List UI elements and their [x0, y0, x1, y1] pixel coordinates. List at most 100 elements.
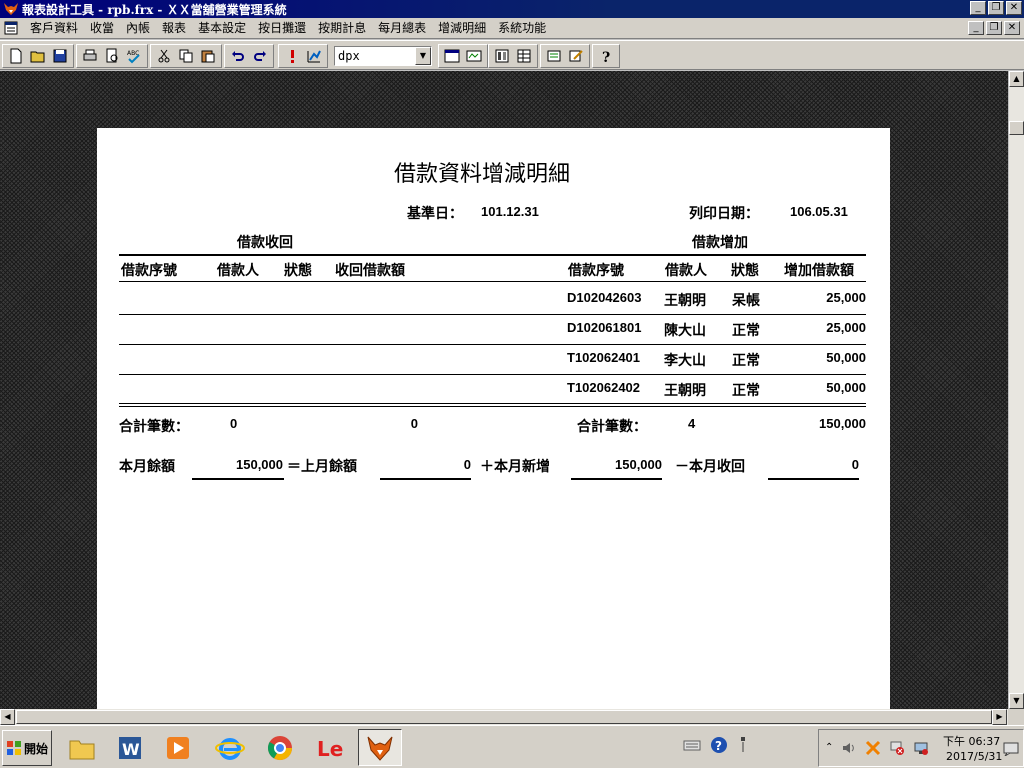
menu-pawn-intake[interactable]: 收當: [84, 21, 120, 36]
row-divider: [119, 374, 866, 375]
menu-basic-settings[interactable]: 基本設定: [192, 21, 252, 36]
pin-icon[interactable]: [738, 736, 748, 757]
doc-minimize-button[interactable]: _: [968, 21, 984, 35]
help-icon[interactable]: ?: [595, 45, 617, 67]
new-added-label: ＋本月新增: [480, 459, 550, 475]
minimize-button[interactable]: _: [970, 1, 986, 15]
report-wizard-icon[interactable]: [303, 45, 325, 67]
menu-reports[interactable]: 報表: [156, 21, 192, 36]
undo-icon[interactable]: [227, 45, 249, 67]
left-total-label: 合計筆數：: [119, 419, 189, 435]
file-explorer-task[interactable]: [60, 729, 104, 766]
horizontal-scroll-thumb[interactable]: [16, 710, 992, 724]
edit-icon[interactable]: [565, 45, 587, 67]
paste-icon[interactable]: [197, 45, 219, 67]
recovered-section-title: 借款收回: [237, 235, 293, 251]
vertical-scrollbar[interactable]: ▲ ▼: [1008, 71, 1024, 709]
zoom-select[interactable]: dpx ▼: [334, 46, 432, 66]
menu-system[interactable]: 系統功能: [492, 21, 552, 36]
horizontal-scrollbar[interactable]: ◀ ▶: [0, 709, 1008, 725]
media-player-task[interactable]: [156, 729, 200, 766]
title-bar: 報表設計工具 - rpb.frx - ＸＸ當舖營業管理系統 _ ❐ ✕: [0, 0, 1024, 18]
menu-internal-account[interactable]: 內帳: [120, 21, 156, 36]
prev-balance-value: 0: [463, 457, 471, 472]
row-loan-id: T102062402: [567, 380, 641, 395]
le-app-task[interactable]: Le: [308, 729, 352, 766]
scroll-right-icon[interactable]: ▶: [992, 709, 1007, 725]
svg-text:W: W: [122, 740, 140, 759]
scroll-down-icon[interactable]: ▼: [1009, 693, 1024, 709]
keyboard-icon[interactable]: [683, 738, 701, 755]
menu-period-interest[interactable]: 按期計息: [312, 21, 372, 36]
row-amount: 50,000: [826, 380, 866, 395]
left-total-amount: 0: [410, 416, 418, 431]
help-icon[interactable]: ?: [710, 736, 728, 757]
header-bottom-rule: [119, 281, 866, 282]
start-button[interactable]: 開始: [2, 730, 52, 766]
doc-close-button[interactable]: ✕: [1004, 21, 1020, 35]
right-header-amount: 增加借款額: [784, 263, 854, 279]
right-total-amount: 150,000: [819, 416, 866, 431]
added-section-title: 借款增加: [692, 235, 748, 251]
internet-explorer-task[interactable]: [208, 729, 252, 766]
menu-daily-repay[interactable]: 按日攤還: [252, 21, 312, 36]
window-title: 報表設計工具 - rpb.frx - ＸＸ當舖營業管理系統: [22, 3, 287, 17]
redo-icon[interactable]: [249, 45, 271, 67]
svg-text:Le: Le: [317, 737, 343, 761]
report-preview-area[interactable]: 借款資料增減明細 基準日： 101.12.31 列印日期： 106.05.31 …: [0, 71, 1008, 709]
row-status: 正常: [732, 383, 760, 399]
flag-icon[interactable]: [889, 740, 905, 759]
spellcheck-icon[interactable]: ABC: [123, 45, 145, 67]
chrome-task[interactable]: [258, 729, 302, 766]
menu-monthly-summary[interactable]: 每月總表: [372, 21, 432, 36]
chevron-up-icon[interactable]: ⌃: [825, 742, 833, 753]
restore-button[interactable]: ❐: [988, 1, 1004, 15]
row-borrower: 陳大山: [664, 323, 706, 339]
properties-icon[interactable]: [543, 45, 565, 67]
row-loan-id: D102042603: [567, 290, 642, 305]
row-status: 正常: [732, 353, 760, 369]
cut-icon[interactable]: [153, 45, 175, 67]
copy-icon[interactable]: [175, 45, 197, 67]
vertical-scroll-thumb[interactable]: [1009, 121, 1024, 135]
prev-balance-label: ＝上月餘額: [287, 459, 357, 475]
totals-double-rule-top: [119, 403, 866, 404]
clock-time[interactable]: 下午 06:37: [943, 733, 1000, 749]
toolbar: ABC dpx ▼ ?: [0, 40, 1024, 70]
network-icon[interactable]: [913, 740, 929, 759]
row-loan-id: T102062401: [567, 350, 641, 365]
print-icon[interactable]: [79, 45, 101, 67]
volume-icon[interactable]: [841, 740, 857, 759]
doc-restore-button[interactable]: ❐: [986, 21, 1002, 35]
notification-icon[interactable]: [1003, 742, 1019, 759]
prev-balance-underline: [380, 478, 471, 480]
print-preview-icon[interactable]: [101, 45, 123, 67]
print-date-label: 列印日期：: [689, 206, 759, 222]
open-folder-icon[interactable]: [27, 45, 49, 67]
new-file-icon[interactable]: [5, 45, 27, 67]
antivirus-icon[interactable]: [865, 740, 881, 759]
run-icon[interactable]: [281, 45, 303, 67]
base-date-value: 101.12.31: [481, 204, 539, 219]
chevron-down-icon[interactable]: ▼: [415, 47, 431, 65]
save-icon[interactable]: [49, 45, 71, 67]
scroll-left-icon[interactable]: ◀: [0, 709, 15, 725]
database-icon[interactable]: [491, 45, 513, 67]
table-icon[interactable]: [513, 45, 535, 67]
taskbar: 開始 W Le ? ⌃ 下午 06:37 2017/5/31: [0, 725, 1024, 768]
word-task[interactable]: W: [108, 729, 152, 766]
close-button[interactable]: ✕: [1006, 1, 1022, 15]
form-icon[interactable]: [441, 45, 463, 67]
system-tray: ⌃ 下午 06:37 2017/5/31: [818, 729, 1024, 767]
data-environment-icon[interactable]: [463, 45, 485, 67]
foxpro-task[interactable]: [358, 729, 402, 766]
start-label: 開始: [23, 741, 48, 756]
right-header-status: 狀態: [731, 263, 759, 279]
document-icon[interactable]: [4, 21, 18, 35]
scroll-up-icon[interactable]: ▲: [1009, 71, 1024, 87]
menu-customer[interactable]: 客戶資料: [24, 21, 84, 36]
clock-date[interactable]: 2017/5/31: [946, 750, 1002, 763]
menu-change-detail[interactable]: 增減明細: [432, 21, 492, 36]
row-borrower: 李大山: [664, 353, 706, 369]
scroll-corner: [1008, 709, 1024, 725]
